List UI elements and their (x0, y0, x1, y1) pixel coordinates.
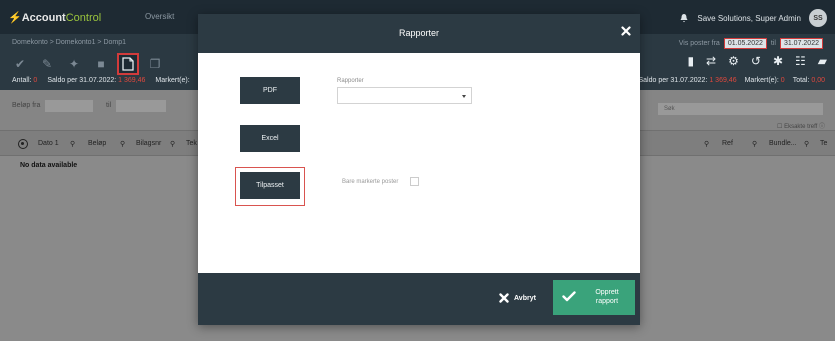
date-filter-label: Vis poster fra (678, 40, 720, 47)
bell-icon[interactable] (679, 13, 689, 23)
search-icon[interactable]: ⚲ (120, 140, 125, 148)
eraser-icon[interactable]: ✎ (37, 54, 57, 74)
column-header[interactable]: Dato 1 (38, 140, 59, 147)
folder-icon[interactable]: ▰ (818, 54, 827, 68)
user-name[interactable]: Save Solutions, Super Admin (697, 14, 801, 23)
copy-icon[interactable]: ❐ (145, 54, 165, 74)
date-filter: Vis poster fra 01.05.2022 til 31.07.2022 (679, 38, 823, 49)
search-icon[interactable]: ⚲ (70, 140, 75, 148)
date-to-label: til (770, 40, 776, 47)
user-area: Save Solutions, Super Admin SS (679, 9, 827, 27)
checkmark-icon (562, 291, 576, 302)
column-header[interactable]: Ref (722, 140, 733, 147)
settings-icon[interactable]: ✱ (773, 54, 783, 68)
report-modal: Rapporter PDF Excel Tilpasset Rapporter … (198, 14, 640, 325)
no-data-message: No data available (20, 162, 78, 169)
modal-footer: Avbryt Opprett rapport (198, 273, 640, 325)
belop-fra-input[interactable] (45, 100, 93, 112)
bare-markerte-label: Bare markerte poster (342, 179, 399, 185)
avatar[interactable]: SS (809, 9, 827, 27)
select-all-radio[interactable] (18, 139, 28, 149)
search-icon[interactable]: ⚲ (704, 140, 709, 148)
column-header[interactable]: Beløp (88, 140, 106, 147)
column-header[interactable]: Tek (186, 140, 197, 147)
search-icon[interactable]: ⚲ (804, 140, 809, 148)
status-row-left: Antall: 0 Saldo per 31.07.2022: 1 369,46… (12, 77, 190, 84)
app-logo: ⚡AccountControl (8, 12, 102, 24)
columns-icon[interactable]: ☷ (795, 54, 806, 68)
breadcrumb[interactable]: Domekonto > Domekonto1 > Domp1 (12, 39, 126, 46)
undo-icon[interactable]: ↺ (751, 54, 761, 68)
create-report-label: Opprett rapport (595, 289, 619, 305)
toolbar-icons: ✔ ✎ ✦ ■ ❐ (10, 53, 165, 75)
cancel-label: Avbryt (514, 294, 536, 302)
check-icon[interactable]: ✔ (10, 54, 30, 74)
nav-oversikt[interactable]: Oversikt (145, 12, 174, 21)
search-icon[interactable]: ⚲ (752, 140, 757, 148)
cancel-button[interactable]: Avbryt (499, 293, 536, 303)
create-report-button[interactable]: Opprett rapport (553, 280, 635, 315)
column-header[interactable]: Te (820, 140, 827, 147)
date-from-input[interactable]: 01.05.2022 (723, 38, 767, 49)
search-input[interactable]: Søk (658, 103, 823, 115)
tilpasset-button[interactable]: Tilpasset (240, 172, 300, 199)
swap-icon[interactable]: ⇄ (706, 54, 716, 68)
column-header[interactable]: Bundle... (769, 140, 797, 147)
excel-button[interactable]: Excel (240, 125, 300, 152)
bare-markerte-checkbox[interactable] (410, 177, 419, 186)
pdf-button[interactable]: PDF (240, 77, 300, 104)
date-to-input[interactable]: 31.07.2022 (779, 38, 823, 49)
belop-fra-label: Beløp fra (12, 102, 41, 109)
lock-icon[interactable]: ▮ (687, 54, 694, 68)
eksakte-treff-checkbox[interactable]: ☐ Eksakte treff ⓘ (777, 121, 825, 130)
rapporter-select[interactable] (337, 87, 472, 104)
close-icon (499, 293, 509, 303)
close-icon[interactable] (621, 26, 631, 36)
search-icon[interactable]: ⚲ (170, 140, 175, 148)
modal-header: Rapporter (198, 14, 640, 53)
stop-icon[interactable]: ■ (91, 54, 111, 74)
status-row-right: Saldo per 31.07.2022: 1 369,46 Markert(e… (638, 77, 826, 84)
wand-icon[interactable]: ✦ (64, 54, 84, 74)
chevron-down-icon (462, 95, 466, 98)
modal-title: Rapporter (398, 28, 440, 38)
til-label: til (106, 102, 112, 109)
toolbar-right-icons: ▮ ⇄ ⚙ ↺ ✱ ☷ ▰ (687, 54, 827, 68)
report-document-icon[interactable] (117, 53, 139, 75)
belop-til-input[interactable] (116, 100, 166, 112)
column-header[interactable]: Bilagsnr (136, 140, 161, 147)
gear-icon[interactable]: ⚙ (728, 54, 739, 68)
rapporter-label: Rapporter (337, 78, 364, 84)
